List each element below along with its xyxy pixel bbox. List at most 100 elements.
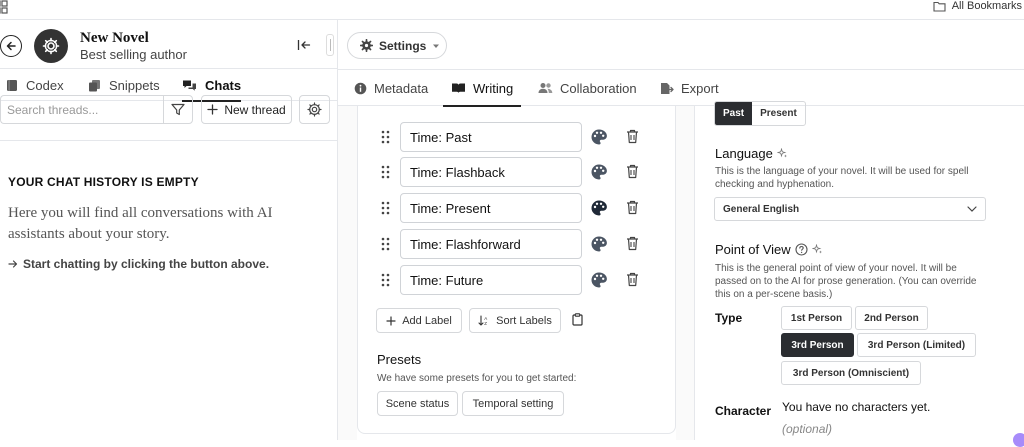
pov-type-label: Type	[715, 311, 743, 325]
drag-handle-icon[interactable]	[381, 201, 390, 215]
assistant-badge[interactable]	[1013, 433, 1024, 447]
tense-present-option[interactable]: Present	[752, 102, 805, 125]
preset-scene-status-button[interactable]: Scene status	[377, 391, 458, 416]
filter-button[interactable]	[163, 95, 193, 124]
sparkle-icon	[811, 244, 823, 255]
palette-icon[interactable]	[590, 235, 608, 253]
pov-2nd-person-option[interactable]: 2nd Person	[855, 306, 928, 330]
tense-past-option[interactable]: Past	[715, 102, 753, 125]
chevron-down-icon	[967, 206, 977, 212]
tab-export[interactable]: Export	[660, 70, 719, 106]
drag-handle-icon[interactable]	[381, 165, 390, 179]
tense-toggle: Past Present	[714, 101, 806, 126]
drag-handle-icon[interactable]	[381, 130, 390, 144]
tab-snippets-label: Snippets	[109, 77, 160, 93]
back-button[interactable]	[0, 35, 22, 57]
pov-heading: Point of View	[715, 242, 823, 257]
add-label-text: Add Label	[402, 314, 452, 327]
all-bookmarks-link[interactable]: All Bookmarks	[933, 0, 1024, 12]
search-threads-field[interactable]	[0, 95, 164, 124]
trash-icon[interactable]	[626, 272, 639, 287]
label-text-field[interactable]: Time: Flashback	[400, 157, 582, 187]
apps-grid-icon[interactable]	[0, 0, 8, 14]
file-export-icon	[660, 82, 674, 95]
thread-settings-button[interactable]	[299, 95, 330, 124]
sort-icon: AZ	[478, 315, 490, 326]
label-text-field[interactable]: Time: Future	[400, 265, 582, 295]
new-thread-button[interactable]: New thread	[201, 95, 292, 124]
settings-dropdown-button[interactable]: Settings	[347, 32, 447, 59]
empty-chat-title: YOUR CHAT HISTORY IS EMPTY	[8, 175, 199, 189]
pov-3rd-person-limited-option[interactable]: 3rd Person (Limited)	[857, 333, 976, 357]
language-description: This is the language of your novel. It w…	[715, 166, 969, 190]
presets-title: Presets	[377, 352, 422, 367]
tab-metadata[interactable]: Metadata	[354, 70, 428, 106]
tab-writing-label: Writing	[473, 80, 514, 96]
pov-heading-label: Point of View	[715, 242, 791, 257]
project-subtitle: Best selling author	[80, 47, 187, 62]
language-heading: Language	[715, 146, 788, 161]
search-threads-input[interactable]	[1, 96, 164, 123]
palette-icon[interactable]	[590, 128, 608, 146]
middle-gutter-right	[676, 106, 694, 440]
palette-icon[interactable]	[590, 271, 608, 289]
arrow-right-icon	[8, 259, 18, 269]
add-label-button[interactable]: Add Label	[376, 308, 462, 333]
project-settings-avatar[interactable]	[34, 29, 68, 63]
tab-writing[interactable]: Writing	[442, 70, 522, 107]
character-empty-text: You have no characters yet.	[782, 400, 931, 414]
label-text-field[interactable]: Time: Flashforward	[400, 229, 582, 259]
tab-chats-label: Chats	[205, 77, 242, 93]
presets-description: We have some presets for you to get star…	[377, 373, 577, 384]
all-bookmarks-label: All Bookmarks	[951, 0, 1022, 12]
users-icon	[538, 82, 553, 94]
open-book-icon	[451, 82, 466, 94]
preset-temporal-setting-label: Temporal setting	[472, 397, 554, 410]
label-row: Time: Past	[381, 122, 645, 152]
folder-icon	[933, 1, 946, 12]
pov-description: This is the general point of view of you…	[715, 263, 977, 300]
label-row: Time: Future	[381, 265, 645, 295]
gear-icon	[41, 36, 61, 56]
language-select[interactable]: General English	[714, 197, 986, 221]
trash-icon[interactable]	[626, 164, 639, 179]
drag-handle-icon[interactable]	[381, 273, 390, 287]
label-text: Time: Flashforward	[410, 236, 521, 252]
character-optional-text: (optional)	[782, 422, 833, 436]
label-text-field[interactable]: Time: Present	[400, 193, 582, 223]
label-row: Time: Present	[381, 193, 645, 223]
sort-labels-button[interactable]: AZ Sort Labels	[469, 308, 561, 333]
tab-export-label: Export	[681, 80, 719, 96]
character-label: Character	[715, 404, 772, 418]
language-heading-label: Language	[715, 146, 773, 161]
pov-1st-person-option[interactable]: 1st Person	[781, 306, 852, 330]
browser-top-bar: All Bookmarks	[0, 0, 1024, 20]
clipboard-icon[interactable]	[572, 313, 583, 326]
collapse-left-icon[interactable]	[297, 39, 311, 51]
drag-handle-icon[interactable]	[381, 237, 390, 251]
middle-gutter-left	[338, 106, 357, 440]
label-row: Time: Flashforward	[381, 229, 645, 259]
palette-icon[interactable]	[590, 199, 608, 217]
panel-resize-handle[interactable]	[326, 34, 334, 56]
trash-icon[interactable]	[626, 200, 639, 215]
tab-metadata-label: Metadata	[374, 80, 429, 96]
sort-labels-text: Sort Labels	[496, 314, 552, 327]
info-icon	[354, 82, 367, 95]
pov-3rd-person-omniscient-option[interactable]: 3rd Person (Omniscient)	[781, 361, 921, 385]
pov-3rd-person-option[interactable]: 3rd Person	[781, 333, 854, 357]
tab-collaboration[interactable]: Collaboration	[538, 70, 637, 106]
help-icon[interactable]	[795, 243, 808, 256]
trash-icon[interactable]	[626, 129, 639, 144]
palette-icon[interactable]	[590, 163, 608, 181]
label-text-field[interactable]: Time: Past	[400, 122, 582, 152]
label-row: Time: Flashback	[381, 157, 645, 187]
preset-temporal-setting-button[interactable]: Temporal setting	[462, 391, 564, 416]
column-divider	[694, 106, 695, 440]
caret-down-icon	[432, 43, 440, 49]
filter-icon	[171, 103, 185, 116]
label-text: Time: Future	[410, 272, 484, 288]
gear-icon	[360, 39, 373, 52]
trash-icon[interactable]	[626, 236, 639, 251]
empty-chat-cta-label: Start chatting by clicking the button ab…	[23, 257, 270, 271]
